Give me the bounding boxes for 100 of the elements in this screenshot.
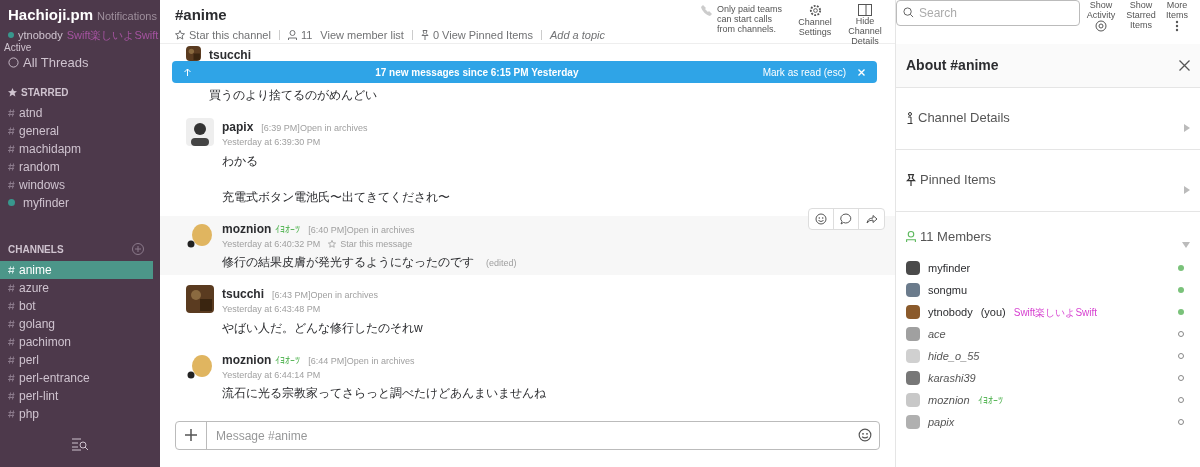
chevron-right-icon (1184, 124, 1190, 132)
channel-item[interactable]: pachimon (0, 332, 153, 351)
channel-item[interactable]: golang (0, 314, 153, 333)
filter-list-icon[interactable] (71, 437, 89, 451)
channel-item[interactable]: anime (0, 260, 153, 279)
channel-item[interactable]: perl-lint (0, 386, 153, 405)
member-row[interactable]: moznion ｲﾖｵｰﾂ (906, 391, 1190, 409)
message-text: 買うのより捨てるのがめんどい (209, 87, 377, 104)
emoji-icon[interactable] (858, 428, 872, 442)
arrow-up-icon (184, 68, 191, 76)
channel-item[interactable]: general (0, 121, 153, 140)
chevron-right-icon (1184, 186, 1190, 194)
hash-icon (8, 126, 15, 135)
message-input[interactable]: Message #anime (175, 421, 880, 450)
team-name: Hachioji.pm (8, 5, 93, 25)
panel-section[interactable]: Channel Details (896, 88, 1200, 150)
hash-icon (8, 162, 15, 171)
threads-icon (8, 57, 19, 69)
message-text: やばい人だ。どんな修行したのそれw (222, 319, 423, 337)
member-row[interactable]: songmu (906, 281, 1190, 299)
member-name: myfinder (928, 260, 971, 276)
share-icon[interactable] (865, 213, 878, 224)
pinned-items-link[interactable]: 0 View Pinned Items (432, 26, 533, 43)
section-label: Channel Details (918, 109, 1010, 127)
hash-icon (8, 144, 15, 153)
member-row[interactable]: hide_o_55 (906, 347, 1190, 365)
star-icon (8, 87, 17, 97)
pin-icon (420, 29, 429, 40)
author-status: ｲﾖｵｰﾂ (275, 353, 301, 368)
message-text: わかる (222, 152, 258, 170)
all-threads-item[interactable]: All Threads (0, 53, 160, 73)
member-row[interactable]: ytnobody (you) Swift楽しいよSwift (906, 303, 1190, 321)
member-row[interactable]: karashi39 (906, 369, 1190, 387)
add-reaction-icon[interactable] (815, 212, 827, 225)
avatar-icon (186, 118, 214, 146)
topic-link[interactable]: Add a topic (550, 26, 606, 43)
notifications-label[interactable]: Notifications (97, 8, 157, 25)
channel-item[interactable]: perl-entrance (0, 368, 153, 387)
channel-item[interactable]: machidapm (0, 139, 153, 158)
message-timestamp: Yesterday at 6:44:14 PM (222, 368, 321, 382)
channel-item[interactable]: windows (0, 175, 153, 194)
add-channel-icon[interactable] (132, 243, 144, 255)
section-title: CHANNELS (8, 242, 64, 257)
member-row[interactable]: ace (906, 325, 1190, 343)
details-toggle-label: Hide Channel Details (847, 16, 883, 46)
hash-icon (8, 283, 15, 292)
message-timestamp: Yesterday at 6:43:48 PM (222, 303, 321, 316)
plus-icon[interactable] (185, 429, 197, 441)
close-icon[interactable] (1179, 60, 1190, 71)
member-status: Swift楽しいよSwift (1013, 305, 1098, 320)
hash-icon (8, 373, 15, 382)
edited-label: (edited) (486, 257, 517, 270)
channel-item[interactable]: myfinder (0, 193, 153, 212)
author-status: ｲﾖｵｰﾂ (275, 222, 301, 237)
presence-label: Active (3, 43, 33, 53)
channel-item[interactable]: bot (0, 296, 153, 315)
member-row[interactable]: myfinder (906, 259, 1190, 277)
hash-icon (8, 301, 15, 310)
author-name[interactable]: moznion (222, 350, 272, 369)
comment-icon[interactable] (840, 212, 852, 225)
channel-item[interactable]: atnd (0, 103, 153, 122)
hash-icon (8, 180, 15, 189)
member-list-link[interactable]: View member list (320, 26, 404, 43)
author-name[interactable]: papix (222, 118, 254, 136)
message-text: 流石に光る宗教家ってさらっと調べたけどあんまいませんね (222, 385, 546, 402)
member-name: papix (928, 414, 955, 430)
member-status: ｲﾖｵｰﾂ (977, 393, 1003, 408)
channel-item[interactable]: random (0, 157, 153, 176)
author-name[interactable]: moznion (222, 219, 272, 238)
settings-icon[interactable] (808, 4, 822, 17)
panel-section[interactable]: Pinned Items (896, 150, 1200, 212)
channel-item[interactable]: perl (0, 350, 153, 369)
member-row[interactable]: papix (906, 413, 1190, 431)
you-label: (you) (980, 304, 1006, 320)
more-icon[interactable] (1175, 20, 1179, 32)
message-timestamp: Yesterday at 6:40:32 PM (222, 237, 321, 251)
author-name[interactable]: tsucchi (222, 285, 264, 303)
mention-icon[interactable] (1095, 20, 1107, 32)
star-outline-icon[interactable] (175, 29, 185, 40)
banner-text: 17 new messages since 6:15 PM Yesterday (374, 65, 580, 80)
author-name[interactable]: tsucchi (209, 46, 251, 64)
member-count: 11 (300, 27, 313, 43)
search-field[interactable]: Search (896, 0, 1080, 26)
star-channel-link[interactable]: Star this channel (189, 26, 271, 43)
message-text: 充電式ボタン電池氏〜出てきてくだされ〜 (222, 188, 450, 206)
sidebar-panel-icon[interactable] (858, 4, 872, 16)
info-icon (906, 111, 914, 124)
channel-title: #anime (175, 5, 228, 25)
channel-item[interactable]: azure (0, 278, 153, 297)
user-name: ytnobody (18, 27, 63, 43)
pin-icon (906, 173, 916, 186)
hash-icon (8, 108, 15, 117)
members-title: 11 Members (920, 228, 992, 246)
hash-icon (8, 409, 15, 418)
star-outline-icon[interactable] (328, 240, 337, 249)
more-label: More Items (1165, 0, 1189, 20)
member-name: songmu (928, 282, 968, 298)
hash-icon (8, 319, 15, 328)
panel-title: About #anime (906, 56, 999, 75)
channel-item[interactable]: php (0, 404, 153, 423)
